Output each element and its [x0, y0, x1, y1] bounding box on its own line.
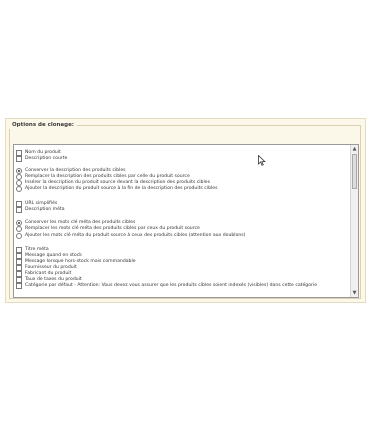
radio-option[interactable]: Ajouter la description du produit source…: [16, 186, 217, 192]
checkbox[interactable]: [16, 207, 22, 213]
option-label: Ajouter les mots clé méta du produit sou…: [25, 233, 246, 238]
arrow-down-icon[interactable]: ▼: [351, 289, 358, 297]
vertical-scrollbar[interactable]: ▲ ▼: [350, 145, 358, 297]
radio-button[interactable]: [16, 186, 22, 192]
scrollbar-thumb[interactable]: [352, 154, 357, 189]
options-list[interactable]: Nom du produit Description courte Conserve…: [13, 144, 359, 298]
radio-option[interactable]: Ajouter les mots clé méta du produit sou…: [16, 233, 245, 239]
option-label: Description courte: [25, 156, 68, 161]
option-label: Ajouter la description du produit source…: [25, 186, 218, 191]
checkbox[interactable]: [16, 156, 22, 162]
arrow-up-icon[interactable]: ▲: [351, 145, 358, 153]
checkbox[interactable]: [16, 283, 22, 289]
radio-button[interactable]: [16, 233, 22, 239]
checkbox-option[interactable]: Catégorie par défaut - Attention: Vous d…: [16, 283, 317, 289]
radio-option[interactable]: Remplacer les mots clé méta des produits…: [16, 226, 200, 232]
checkbox-option[interactable]: Description courte: [16, 156, 67, 162]
mouse-pointer-icon: [258, 155, 266, 166]
option-label: Remplacer les mots clé méta des produits…: [25, 226, 200, 231]
radio-button[interactable]: [16, 226, 22, 232]
option-label: Catégorie par défaut - Attention: Vous d…: [25, 283, 318, 288]
checkbox-option[interactable]: Description méta: [16, 207, 65, 213]
option-label: Description méta: [25, 207, 65, 212]
fieldset-legend: Options de clonage:: [9, 122, 78, 129]
